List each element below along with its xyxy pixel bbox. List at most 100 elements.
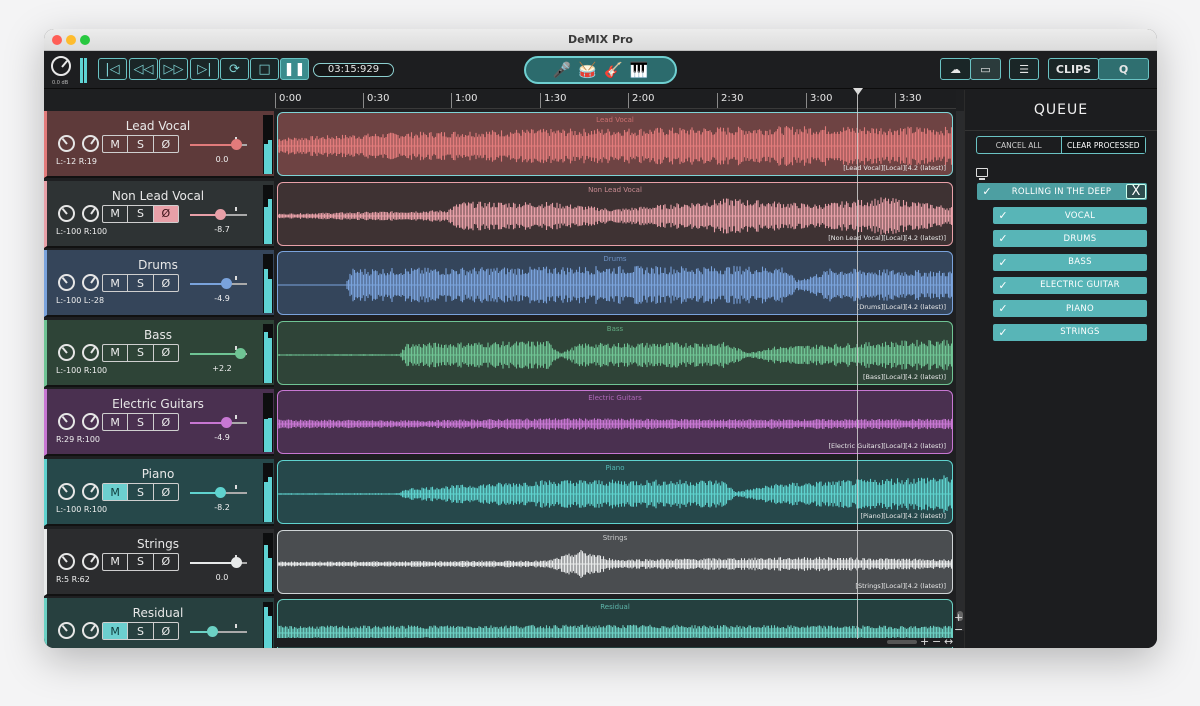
clips-button[interactable]: CLIPS	[1048, 58, 1099, 80]
clear-processed-button[interactable]: CLEAR PROCESSED	[1060, 137, 1145, 153]
waveform-lane[interactable]: Non Lead Vocal [Non Lead Vocal][Local][4.…	[277, 181, 953, 246]
solo-button[interactable]: S	[128, 344, 154, 361]
loop-button[interactable]: ⟳	[220, 58, 249, 80]
queue-stem-item[interactable]: ✓ STRINGS	[993, 323, 1147, 341]
fit-width-icon[interactable]: ↔	[944, 635, 953, 648]
solo-button[interactable]: S	[128, 205, 154, 222]
prev-marker-button[interactable]: |◁	[98, 58, 127, 80]
volume-fader-handle[interactable]	[206, 626, 218, 638]
queue-stem-item[interactable]: ✓ BASS	[993, 253, 1147, 271]
lane-source-tag: [Strings][Local][4.2 (latest)]	[855, 581, 946, 590]
vertical-scrollbar[interactable]	[956, 111, 964, 631]
drums-icon[interactable]: 🥁	[578, 61, 597, 79]
next-marker-button[interactable]: ▷|	[190, 58, 219, 80]
rewind-button[interactable]: ◁◁	[129, 58, 158, 80]
mute-button[interactable]: M	[103, 275, 129, 292]
pan-left-knob[interactable]	[58, 204, 75, 222]
phase-invert-button[interactable]: Ø	[154, 484, 178, 500]
track-level-meter	[263, 254, 273, 314]
phase-invert-button[interactable]: Ø	[154, 623, 178, 639]
cloud-button[interactable]: ☁	[940, 58, 971, 80]
piano-icon[interactable]: 🎹	[630, 61, 649, 79]
volume-fader-track[interactable]	[190, 631, 247, 634]
phase-invert-button[interactable]: Ø	[153, 205, 178, 222]
microphone-icon[interactable]: 🎤	[553, 61, 572, 79]
track-level-meter	[263, 463, 273, 522]
hamburger-menu-icon: ☰	[1019, 62, 1029, 76]
volume-fader-track[interactable]	[190, 283, 247, 286]
stop-button[interactable]: □	[250, 58, 279, 80]
master-volume-knob[interactable]	[51, 56, 71, 76]
phase-invert-button[interactable]: Ø	[154, 136, 178, 152]
mute-button[interactable]: M	[103, 623, 129, 640]
pan-left-knob[interactable]	[58, 552, 75, 570]
volume-fader-handle[interactable]	[220, 278, 232, 290]
cancel-all-button[interactable]: CANCEL ALL	[977, 137, 1061, 153]
pan-left-knob[interactable]	[58, 343, 75, 361]
playhead-handle[interactable]	[853, 88, 863, 95]
fast-forward-button[interactable]: ▷▷	[159, 58, 188, 80]
waveform-lane[interactable]: Electric Guitars [Electric Guitars][Local…	[277, 390, 953, 455]
solo-button[interactable]: S	[128, 484, 154, 500]
mute-button[interactable]: M	[103, 414, 129, 431]
waveform-lane[interactable]: Drums [Drums][Local][4.2 (latest)]	[277, 251, 953, 316]
pan-left-knob[interactable]	[58, 413, 75, 431]
mute-button[interactable]: M	[103, 205, 129, 222]
pan-right-knob[interactable]	[82, 483, 99, 500]
mute-button[interactable]: M	[103, 484, 129, 500]
queue-stem-item[interactable]: ✓ ELECTRIC GUITAR	[993, 276, 1147, 294]
zoom-out-horizontal-button[interactable]: −	[932, 635, 941, 648]
waveform-lane[interactable]: Piano [Piano][Local][4.2 (latest)]	[277, 460, 953, 524]
solo-button[interactable]: S	[128, 275, 154, 292]
horizontal-scroll-thumb[interactable]	[887, 640, 917, 644]
queue-song-item[interactable]: ✓ ROLLING IN THE DEEP X	[977, 183, 1147, 200]
volume-fader-handle[interactable]	[231, 556, 243, 568]
solo-button[interactable]: S	[128, 414, 154, 431]
waveform-lane[interactable]: Lead Vocal [Lead Vocal][Local][4.2 (lates…	[277, 112, 953, 176]
zoom-in-horizontal-button[interactable]: +	[920, 635, 929, 648]
track-name: Lead Vocal	[125, 119, 191, 133]
pan-right-knob[interactable]	[82, 274, 99, 292]
volume-fader-handle[interactable]	[220, 417, 232, 429]
volume-fader-handle[interactable]	[231, 139, 243, 150]
volume-fader-track[interactable]	[190, 422, 247, 425]
zoom-out-vertical-button[interactable]: −	[954, 623, 963, 636]
volume-fader-handle[interactable]	[235, 347, 247, 359]
pan-right-knob[interactable]	[82, 552, 99, 570]
queue-stem-item[interactable]: ✓ PIANO	[993, 300, 1147, 318]
mute-button[interactable]: M	[103, 553, 129, 570]
check-icon: ✓	[998, 278, 1008, 292]
mute-button[interactable]: M	[103, 344, 129, 361]
pan-right-knob[interactable]	[82, 204, 99, 222]
remove-song-button[interactable]: X	[1126, 184, 1146, 199]
pan-left-knob[interactable]	[58, 622, 75, 640]
pan-left-knob[interactable]	[58, 274, 75, 292]
local-button[interactable]: ▭	[970, 58, 1001, 80]
pan-right-knob[interactable]	[82, 622, 99, 640]
waveform-lane[interactable]: Bass [Bass][Local][4.2 (latest)]	[277, 320, 953, 385]
pan-right-knob[interactable]	[82, 135, 99, 152]
pan-right-knob[interactable]	[82, 343, 99, 361]
phase-invert-button[interactable]: Ø	[154, 345, 178, 361]
solo-button[interactable]: S	[128, 553, 154, 570]
queue-toggle-button[interactable]: Q	[1098, 58, 1149, 80]
waveform-lane[interactable]: Strings [Strings][Local][4.2 (latest)]	[277, 529, 953, 594]
volume-fader-handle[interactable]	[214, 208, 226, 220]
pause-button[interactable]: ❚❚	[280, 58, 309, 80]
solo-button[interactable]: S	[128, 623, 154, 640]
pan-left-knob[interactable]	[58, 483, 75, 500]
queue-stem-item[interactable]: ✓ DRUMS	[993, 230, 1147, 248]
menu-button[interactable]: ☰	[1009, 58, 1039, 80]
instrument-selector[interactable]: 🎤 🥁 🎸 🎹	[524, 56, 677, 84]
guitar-icon[interactable]: 🎸	[604, 61, 623, 79]
solo-button[interactable]: S	[128, 136, 154, 152]
phase-invert-button[interactable]: Ø	[154, 275, 178, 291]
phase-invert-button[interactable]: Ø	[154, 414, 178, 430]
horizontal-scrollbar[interactable]	[275, 638, 956, 647]
mute-button[interactable]: M	[103, 136, 129, 152]
pan-left-knob[interactable]	[58, 135, 75, 152]
pan-right-knob[interactable]	[82, 413, 99, 431]
phase-invert-button[interactable]: Ø	[154, 554, 178, 570]
queue-stem-item[interactable]: ✓ VOCAL	[993, 207, 1147, 224]
volume-fader-handle[interactable]	[214, 487, 226, 498]
